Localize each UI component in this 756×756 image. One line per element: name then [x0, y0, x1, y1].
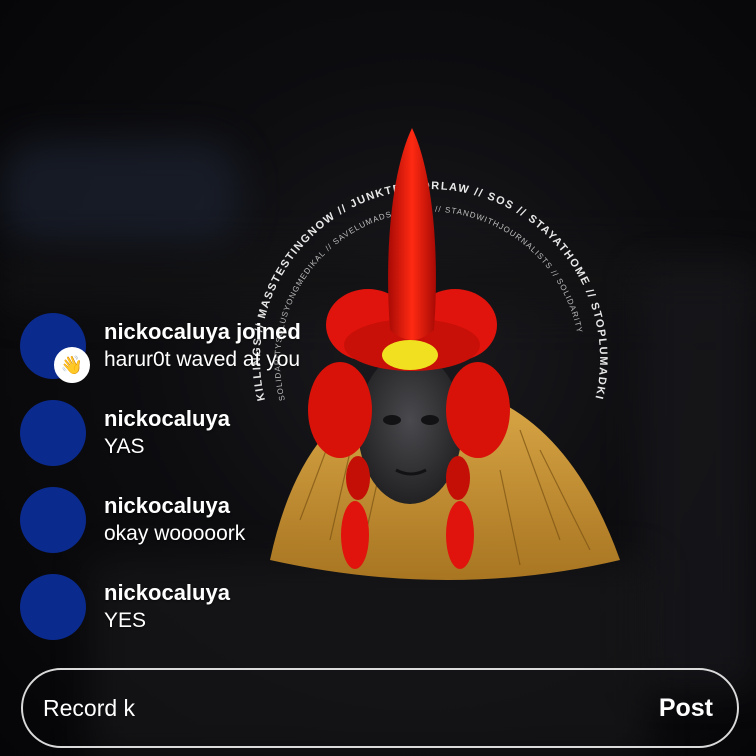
avatar[interactable]: 👋	[20, 313, 90, 383]
comment-item: 👋 nickocaluya joined harur0t waved at yo…	[20, 313, 301, 383]
comment-input-bar: Post	[21, 668, 739, 748]
red-curl-left	[308, 362, 372, 458]
comment-message: YAS	[104, 435, 145, 458]
comment-username: nickocaluya joined	[104, 319, 301, 344]
comment-message: harur0t waved at you	[104, 348, 301, 371]
red-crest	[388, 128, 436, 340]
comment-message: okay wooooork	[104, 522, 246, 545]
yellow-gem	[382, 340, 438, 370]
comment-username: nickocaluya	[104, 580, 230, 605]
avatar[interactable]	[20, 487, 86, 553]
comment-item: nickocaluya okay wooooork	[20, 487, 245, 553]
comment-item: nickocaluya YES	[20, 574, 230, 640]
comment-item: nickocaluya YAS	[20, 400, 230, 466]
waving-hand-icon: 👋	[54, 347, 90, 383]
live-video-stage: KILLINGS // MASSTESTINGNOW // JUNKTERROR…	[0, 0, 756, 756]
avatar[interactable]	[20, 574, 86, 640]
comment-username: nickocaluya	[104, 406, 230, 431]
post-button[interactable]: Post	[659, 694, 713, 723]
red-drop-right	[446, 501, 474, 569]
avatar[interactable]	[20, 400, 86, 466]
comment-message: YES	[104, 609, 147, 632]
red-curl-right	[446, 362, 510, 458]
comment-username: nickocaluya	[104, 493, 230, 518]
red-drop-left	[341, 501, 369, 569]
comment-input[interactable]	[43, 694, 659, 722]
